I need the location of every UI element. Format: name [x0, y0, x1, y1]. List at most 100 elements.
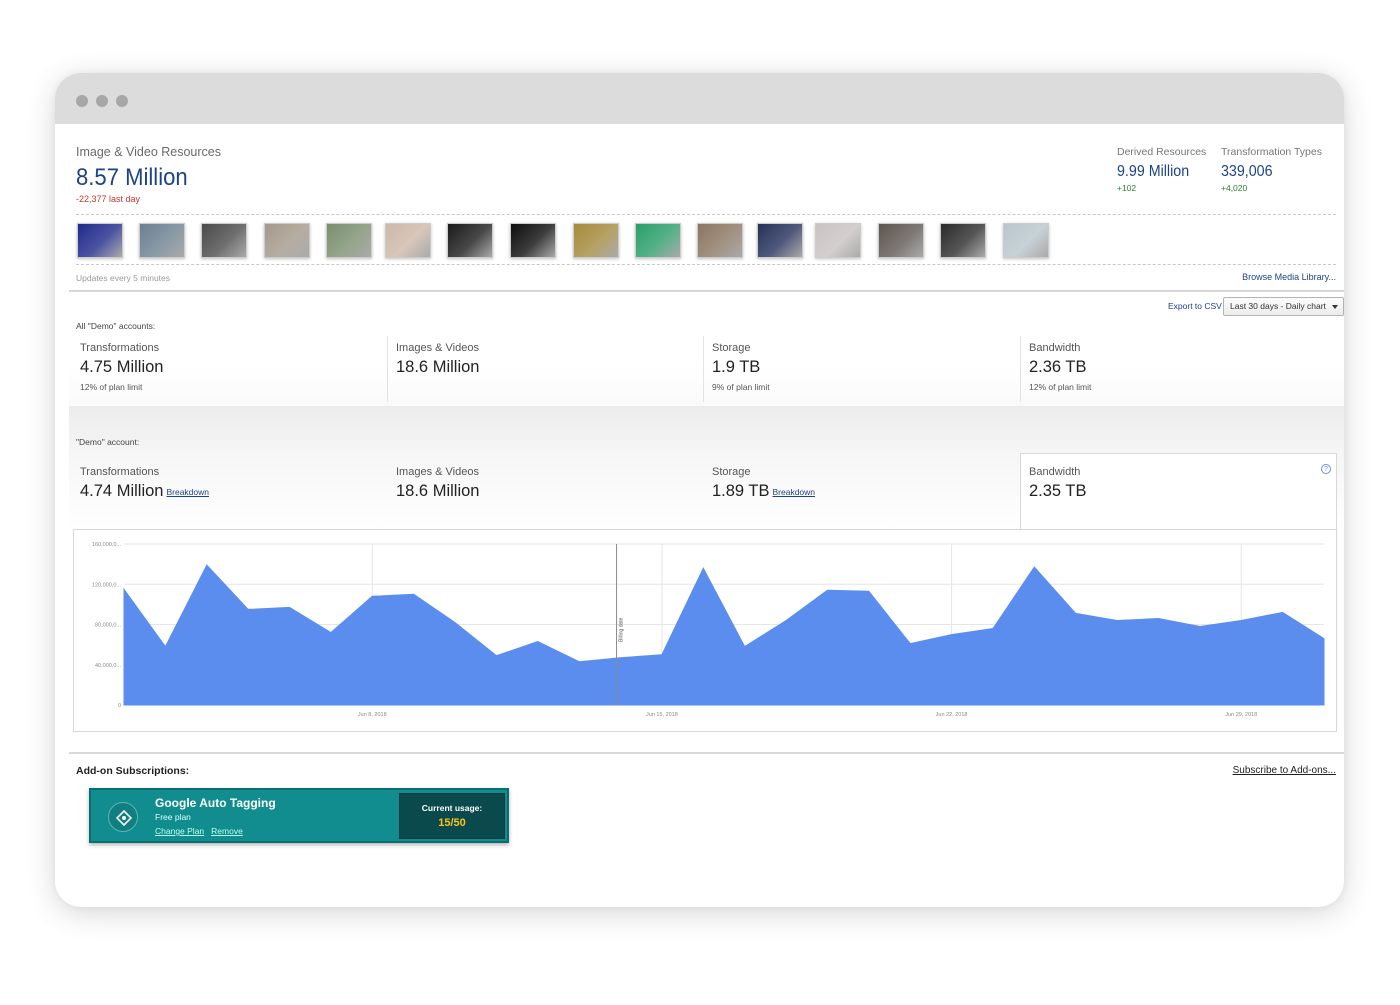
x-tick-label: Jun 8, 2018	[358, 712, 387, 718]
resources-value: 8.57 Million	[76, 164, 188, 191]
demo-images-videos[interactable]: Images & Videos 18.6 Million	[396, 466, 479, 501]
y-tick-label: 40,000,0...	[95, 663, 121, 669]
browser-window: Image & Video Resources 8.57 Million -22…	[55, 73, 1344, 907]
media-thumbnail[interactable]	[326, 223, 372, 258]
addon-links: Change Plan Remove	[155, 826, 250, 836]
y-tick-label: 80,000,0...	[95, 623, 121, 629]
media-thumbnail[interactable]	[940, 223, 986, 258]
subscribe-addons-link[interactable]: Subscribe to Add-ons...	[1233, 765, 1336, 776]
kpi-value: 2.35 TB	[1029, 482, 1087, 500]
x-tick-label: Jun 15, 2018	[646, 712, 678, 718]
kpi-value: 1.9 TB	[712, 358, 761, 376]
divider	[69, 290, 1344, 292]
transformations-breakdown-link[interactable]: Breakdown	[166, 487, 209, 497]
updates-note: Updates every 5 minutes	[76, 273, 171, 283]
window-titlebar	[55, 73, 1344, 124]
addon-name: Google Auto Tagging	[155, 796, 276, 810]
transformation-types-label: Transformation Types	[1221, 146, 1322, 158]
media-thumbnail[interactable]	[815, 223, 861, 258]
storage-breakdown-link[interactable]: Breakdown	[772, 487, 815, 497]
kpi-sub: 12% of plan limit	[80, 382, 143, 392]
y-tick-label: 160,000,0...	[92, 542, 122, 548]
resources-title: Image & Video Resources	[76, 145, 221, 159]
chevron-down-icon	[1332, 305, 1338, 309]
date-range-value: Last 30 days - Daily chart	[1230, 301, 1326, 311]
divider	[69, 752, 1344, 754]
x-tick-label: Jun 29, 2018	[1225, 712, 1257, 718]
divider	[76, 214, 1336, 215]
kpi-label: Transformations	[80, 466, 160, 478]
transformation-types-delta: +4,020	[1221, 183, 1248, 193]
media-thumbnail[interactable]	[201, 223, 247, 258]
media-thumbnail[interactable]	[1003, 223, 1049, 258]
all-bandwidth: Bandwidth 2.36 TB 12% of plan limit	[1029, 342, 1091, 392]
transformation-types-value: 339,006	[1221, 163, 1273, 180]
addons-title: Add-on Subscriptions:	[76, 765, 190, 777]
media-thumbnail[interactable]	[385, 223, 431, 258]
browse-media-library-link[interactable]: Browse Media Library...	[1242, 272, 1336, 282]
kpi-value: 18.6 Million	[396, 358, 480, 376]
derived-value: 9.99 Million	[1117, 163, 1190, 180]
kpi-sub: 9% of plan limit	[712, 382, 770, 392]
all-accounts-label: All "Demo" accounts:	[76, 321, 156, 331]
window-dot-icon	[76, 95, 88, 107]
kpi-value: 2.36 TB	[1029, 358, 1087, 376]
x-tick-label: Jun 22, 2018	[936, 712, 968, 718]
media-thumbnail[interactable]	[878, 223, 924, 258]
help-icon[interactable]: ?	[1321, 464, 1331, 474]
media-thumbnail[interactable]	[635, 223, 681, 258]
kpi-value: 18.6 Million	[396, 482, 480, 500]
divider	[1020, 336, 1021, 402]
demo-account-label: "Demo" account:	[76, 437, 140, 447]
usage-value: 15/50	[438, 817, 466, 829]
kpi-label: Bandwidth	[1029, 466, 1081, 478]
divider	[387, 336, 388, 402]
media-thumbnail[interactable]	[697, 223, 743, 258]
usage-label: Current usage:	[421, 803, 483, 813]
kpi-label: Images & Videos	[396, 466, 479, 478]
billing-label: Billing date	[619, 617, 625, 642]
all-images-videos: Images & Videos 18.6 Million	[396, 342, 479, 377]
kpi-label: Storage	[712, 466, 751, 478]
all-transformations: Transformations 4.75 Million 12% of plan…	[80, 342, 163, 392]
dashboard-content: Image & Video Resources 8.57 Million -22…	[55, 124, 1344, 907]
date-range-select[interactable]: Last 30 days - Daily chart	[1223, 297, 1344, 316]
kpi-value-row: 1.89 TB Breakdown	[712, 482, 815, 501]
all-storage: Storage 1.9 TB 9% of plan limit	[712, 342, 770, 392]
remove-link[interactable]: Remove	[211, 826, 243, 836]
kpi-label: Images & Videos	[396, 342, 479, 354]
media-thumbnail[interactable]	[573, 223, 619, 258]
tag-icon	[108, 802, 138, 832]
demo-storage[interactable]: Storage 1.89 TB Breakdown	[712, 466, 815, 501]
media-thumbnail[interactable]	[77, 223, 123, 258]
y-tick-label: 120,000,0...	[92, 582, 122, 588]
kpi-label: Bandwidth	[1029, 342, 1081, 354]
kpi-value: 4.75 Million	[80, 358, 164, 376]
change-plan-link[interactable]: Change Plan	[155, 826, 204, 836]
media-thumbnail[interactable]	[139, 223, 185, 258]
media-thumbnail[interactable]	[510, 223, 556, 258]
kpi-label: Transformations	[80, 342, 160, 354]
divider	[703, 336, 704, 402]
transformation-types: Transformation Types 339,006 +4,020	[1221, 146, 1322, 193]
demo-bandwidth[interactable]: Bandwidth 2.35 TB	[1029, 466, 1086, 501]
derived-resources: Derived Resources 9.99 Million +102	[1117, 146, 1206, 193]
media-thumbnail[interactable]	[264, 223, 310, 258]
chart-svg: 0 40,000,0... 80,000,0... 120,000,0... 160,0…	[92, 542, 1325, 718]
kpi-label: Storage	[712, 342, 751, 354]
media-thumbnail[interactable]	[447, 223, 493, 258]
window-dot-icon	[96, 95, 108, 107]
resources-delta: -22,377 last day	[76, 194, 141, 204]
usage-box: Current usage: 15/50	[399, 793, 505, 839]
divider	[76, 264, 1336, 265]
kpi-value: 1.89 TB	[712, 482, 770, 500]
addon-plan: Free plan	[155, 812, 191, 822]
export-csv-link[interactable]: Export to CSV	[1168, 301, 1222, 311]
window-dot-icon	[116, 95, 128, 107]
accounts-band	[69, 364, 1344, 406]
kpi-value-row: 4.74 Million Breakdown	[80, 482, 209, 501]
kpi-sub: 12% of plan limit	[1029, 382, 1092, 392]
area-series	[123, 564, 1325, 706]
demo-transformations[interactable]: Transformations 4.74 Million Breakdown	[80, 466, 209, 501]
media-thumbnail[interactable]	[757, 223, 803, 258]
